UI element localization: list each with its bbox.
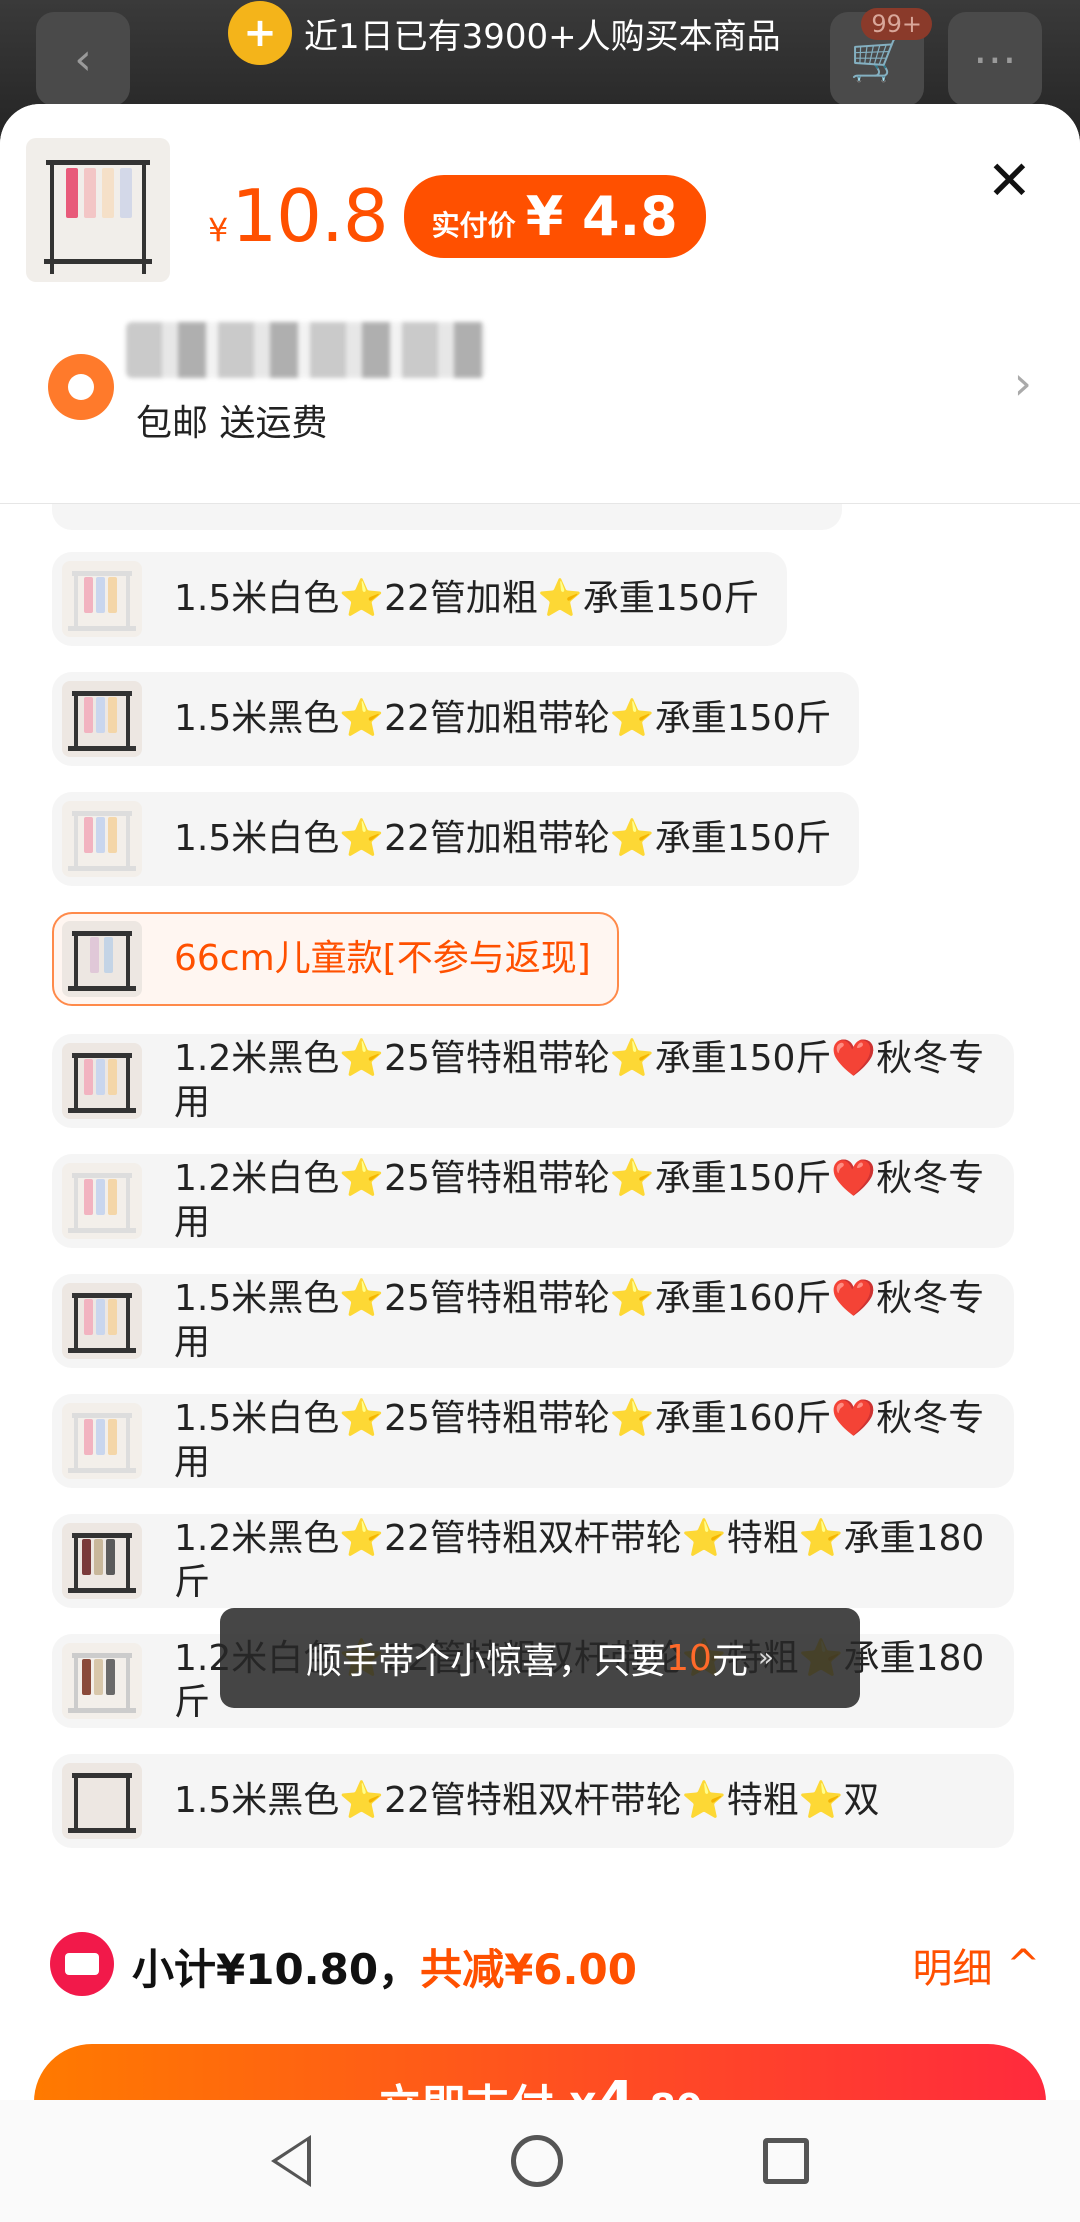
more-icon: ⋯: [948, 12, 1042, 106]
address-blurred[interactable]: [126, 322, 486, 378]
subtotal: 小计¥10.80， 共减¥6.00: [132, 1936, 637, 1997]
sku-option[interactable]: 1.2米黑色⭐22管特粗双杆带轮⭐特粗⭐承重180斤: [52, 1514, 1014, 1608]
location-icon: [48, 354, 114, 420]
sheet-header: ¥10.8 实付价 ¥ 4.8 ✕ 包邮 送运费 ›: [0, 104, 1080, 504]
cart-icon: 🛒 99+: [830, 8, 932, 106]
sku-option[interactable]: 1.5米黑色⭐25管特粗带轮⭐承重160斤❤️秋冬专用: [52, 1274, 1014, 1368]
option-thumbnail: [62, 681, 142, 757]
nav-back-icon[interactable]: [271, 2135, 311, 2187]
sku-option[interactable]: 1.5米白色⭐25管特粗带轮⭐承重160斤❤️秋冬专用: [52, 1394, 1014, 1488]
sku-option[interactable]: 1.5米黑色⭐22管特粗双杆带轮⭐特粗⭐双: [52, 1754, 1014, 1848]
option-thumbnail: [62, 801, 142, 877]
option-thumbnail: [62, 1403, 142, 1479]
discount-amount: 共减¥6.00: [420, 1945, 637, 1994]
option-thumbnail: [62, 1043, 142, 1119]
sku-option[interactable]: 1.5米白色⭐22管加粗⭐承重150斤: [52, 552, 788, 646]
promo-banner: + 近1日已有3900+人购买本商品: [228, 0, 781, 66]
system-nav-bar: [0, 2100, 1080, 2222]
original-price: ¥10.8: [208, 174, 389, 258]
price-row: ¥10.8 实付价 ¥ 4.8: [208, 174, 706, 258]
promo-text: 近1日已有3900+人购买本商品: [304, 16, 781, 57]
option-thumbnail: [62, 1283, 142, 1359]
sku-option[interactable]: 1.5米白色⭐22管加粗带轮⭐承重150斤: [52, 792, 860, 886]
sku-option[interactable]: 1.2米黑色⭐25管特粗带轮⭐承重150斤❤️秋冬专用: [52, 1034, 1014, 1128]
option-thumbnail: [62, 1523, 142, 1599]
sku-option-selected[interactable]: 66cm儿童款[不参与返现]: [52, 912, 619, 1006]
sku-sheet: ¥10.8 实付价 ¥ 4.8 ✕ 包邮 送运费 › 1.5米白色⭐22管加粗⭐…: [0, 104, 1080, 2222]
option-thumbnail: [62, 561, 142, 637]
nav-recent-icon[interactable]: [763, 2138, 809, 2184]
detail-button[interactable]: 明细 ^: [912, 1936, 1040, 1994]
option-thumbnail: [62, 921, 142, 997]
sku-option[interactable]: 1.5米黑色⭐22管加粗带轮⭐承重150斤: [52, 672, 860, 766]
chevron-down-icon: »: [757, 1643, 774, 1673]
chevron-right-icon[interactable]: ›: [1014, 356, 1032, 410]
surprise-toast[interactable]: 顺手带个小惊喜，只要 10 元»: [220, 1608, 860, 1708]
close-icon[interactable]: ✕: [987, 154, 1032, 208]
back-icon: ‹: [36, 12, 130, 106]
shipping-info: 包邮 送运费: [136, 403, 328, 444]
actual-price-badge: 实付价 ¥ 4.8: [403, 174, 706, 258]
plus-bag-icon: +: [228, 1, 292, 65]
chevron-up-icon: ^: [1006, 1942, 1040, 1988]
option-thumbnail: [62, 1643, 142, 1719]
coupon-icon: [50, 1932, 114, 1996]
option-thumbnail: [62, 1763, 142, 1839]
product-thumbnail[interactable]: [26, 138, 170, 282]
option-thumbnail: [62, 1163, 142, 1239]
option-partial[interactable]: [52, 504, 842, 530]
cart-badge: 99+: [861, 8, 932, 40]
nav-home-icon[interactable]: [511, 2135, 563, 2187]
sku-option[interactable]: 1.2米白色⭐25管特粗带轮⭐承重150斤❤️秋冬专用: [52, 1154, 1014, 1248]
